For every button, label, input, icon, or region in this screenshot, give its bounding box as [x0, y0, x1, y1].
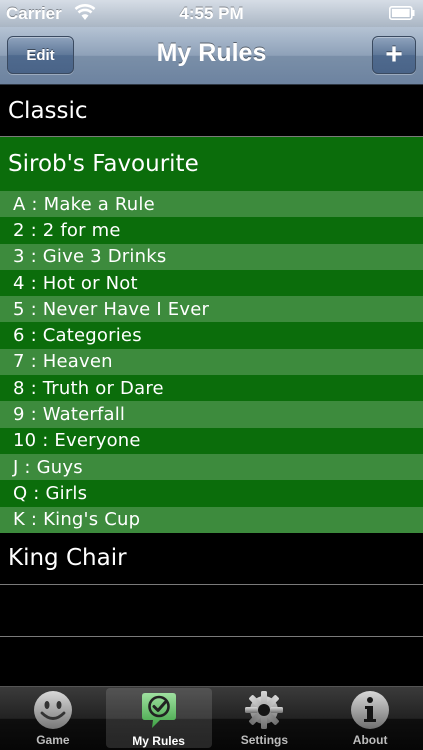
- battery-icon: [389, 6, 415, 20]
- rule-item[interactable]: 9 : Waterfall: [0, 401, 423, 428]
- rule-item[interactable]: 6 : Categories: [0, 322, 423, 349]
- rule-item[interactable]: 4 : Hot or Not: [0, 269, 423, 297]
- tab-settings[interactable]: Settings: [212, 687, 318, 749]
- add-rule-set-button[interactable]: +: [372, 36, 416, 74]
- edit-button[interactable]: Edit: [7, 36, 74, 74]
- rule-set-name: Classic: [8, 97, 88, 124]
- rule-item[interactable]: J : Guys: [0, 453, 423, 481]
- rule-set-sirobs-favourite[interactable]: Sirob's Favourite: [0, 137, 423, 191]
- tab-game[interactable]: Game: [0, 687, 106, 749]
- smiley-icon: [33, 691, 72, 729]
- rule-item[interactable]: 2 : 2 for me: [0, 217, 423, 244]
- gear-icon: [245, 691, 284, 729]
- tab-label: Settings: [240, 733, 289, 747]
- status-time: 4:55 PM: [179, 4, 244, 23]
- rule-item[interactable]: K : King's Cup: [0, 506, 423, 533]
- navigation-bar: Edit My Rules +: [0, 27, 423, 85]
- tab-label: Game: [36, 733, 70, 747]
- rule-item[interactable]: 10 : Everyone: [0, 427, 423, 454]
- rule-set-king-chair[interactable]: King Chair: [0, 533, 423, 585]
- page-title: My Rules: [156, 39, 267, 67]
- tab-bar: Game My Rules Settings About: [0, 686, 423, 750]
- rule-item[interactable]: Q : Girls: [0, 480, 423, 507]
- rule-set-name: King Chair: [8, 545, 127, 572]
- rule-list: A : Make a Rule 2 : 2 for me 3 : Give 3 …: [0, 191, 423, 533]
- rule-item[interactable]: A : Make a Rule: [0, 191, 423, 218]
- rule-set-list: Classic Sirob's Favourite A : Make a Rul…: [0, 85, 423, 637]
- tab-label: My Rules: [132, 734, 185, 748]
- rule-item[interactable]: 3 : Give 3 Drinks: [0, 243, 423, 270]
- rule-set-name: Sirob's Favourite: [8, 150, 199, 177]
- tab-label: About: [352, 733, 388, 747]
- checkmark-bubble-icon: [141, 693, 176, 728]
- rule-item[interactable]: 5 : Never Have I Ever: [0, 296, 423, 323]
- status-bar: Carrier 4:55 PM: [0, 0, 423, 27]
- rule-set-classic[interactable]: Classic: [0, 85, 423, 137]
- info-icon: [351, 691, 390, 729]
- tab-my-rules[interactable]: My Rules: [105, 688, 212, 748]
- tab-about[interactable]: About: [317, 687, 423, 749]
- rule-item[interactable]: 7 : Heaven: [0, 348, 423, 376]
- rule-item[interactable]: 8 : Truth or Dare: [0, 375, 423, 402]
- empty-list-row: [0, 585, 423, 637]
